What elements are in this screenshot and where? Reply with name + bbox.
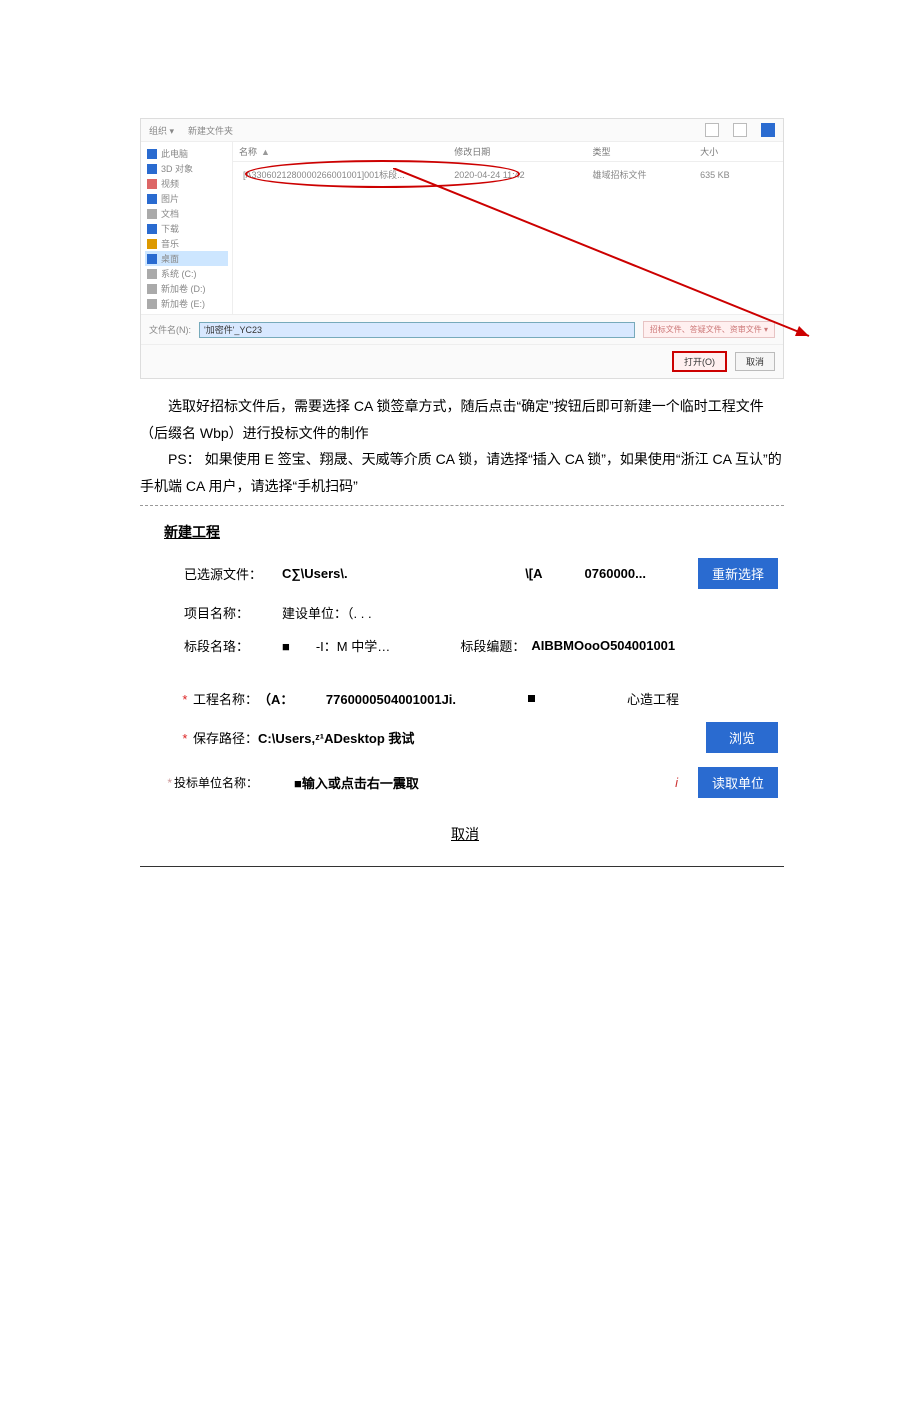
source-file-value-3: 0760000... bbox=[585, 566, 646, 581]
row-save-path: * 保存路径： C:\Users,ᶻ¹ADesktop 我试 浏览 bbox=[152, 722, 778, 753]
row-source-file: 已选源文件： C∑\Users\. \[A 0760000... 重新选择 bbox=[152, 558, 778, 589]
eng-name-value-1: （A： 7760000504001001Ji. bbox=[258, 689, 456, 708]
save-path-value: C:\Users,ᶻ¹ADesktop 我试 bbox=[258, 728, 414, 747]
section-name-label: 标段名珞： bbox=[152, 636, 282, 655]
col-name[interactable]: 名称 bbox=[239, 147, 257, 157]
sidebar-desktop[interactable]: 桌面 bbox=[145, 251, 228, 266]
help-icon[interactable] bbox=[761, 123, 775, 137]
bidder-label: *投标单位名称： bbox=[152, 774, 258, 791]
source-file-value-2: \[A bbox=[525, 566, 542, 581]
eng-name-label: * 工程名称： bbox=[152, 689, 258, 708]
sidebar-drive-c[interactable]: 系统 (C:) bbox=[145, 266, 228, 281]
organize-button[interactable]: 组织 ▾ bbox=[149, 124, 174, 137]
sidebar-music[interactable]: 音乐 bbox=[145, 236, 228, 251]
eng-name-value-2: 心造工程 bbox=[627, 689, 679, 708]
col-size[interactable]: 大小 bbox=[700, 147, 718, 157]
sidebar-label: 新加卷 ... bbox=[161, 312, 198, 314]
row-project-name: 项目名称： 建设单位：（. . . bbox=[152, 603, 778, 622]
section-name-value: ■ -I：M 中学… bbox=[282, 636, 390, 655]
sidebar-this-pc[interactable]: 此电脑 bbox=[145, 146, 228, 161]
sidebar-documents[interactable]: 文档 bbox=[145, 206, 228, 221]
form-cancel-button[interactable]: 取消 bbox=[451, 826, 479, 842]
row-eng-name: * 工程名称： （A： 7760000504001001Ji. 心造工程 bbox=[152, 689, 778, 708]
sidebar-label: 图片 bbox=[161, 192, 179, 205]
info-icon: i bbox=[675, 775, 678, 790]
sidebar-label: 3D 对象 bbox=[161, 162, 193, 175]
save-path-label: * 保存路径： bbox=[152, 728, 258, 747]
sidebar-label: 文档 bbox=[161, 207, 179, 220]
file-name-cell: [A3306021280000266001001]001标段... bbox=[243, 170, 405, 180]
paragraph-2: PS： 如果使用 E 签宝、翔晟、天威等介质 CA 锁，请选择“插入 CA 锁”… bbox=[140, 446, 784, 499]
sidebar-label: 新加卷 (E:) bbox=[161, 297, 205, 310]
col-type[interactable]: 类型 bbox=[593, 147, 611, 157]
sidebar-label: 系统 (C:) bbox=[161, 267, 197, 280]
instruction-text: 选取好招标文件后，需要选择 CA 锁签章方式，随后点击“确定”按钮后即可新建一个… bbox=[140, 393, 784, 499]
project-name-value: 建设单位：（. . . bbox=[282, 603, 372, 622]
dialog-sidebar: 此电脑 3D 对象 视频 图片 文档 下载 音乐 桌面 系统 (C:) 新加卷 … bbox=[141, 142, 233, 314]
source-file-label: 已选源文件： bbox=[152, 564, 282, 583]
file-date-cell: 2020-04-24 11:42 bbox=[454, 170, 592, 180]
sidebar-label: 新加卷 (D:) bbox=[161, 282, 206, 295]
preview-icon[interactable] bbox=[733, 123, 747, 137]
filename-input[interactable]: '加密件'_YC23 bbox=[199, 322, 635, 338]
file-type-cell: 雄域招标文件 bbox=[593, 168, 701, 181]
section-code-value: AIBBMOooO504001001 bbox=[531, 638, 675, 653]
sidebar-label: 此电脑 bbox=[161, 147, 188, 160]
read-unit-button[interactable]: 读取单位 bbox=[698, 767, 778, 798]
open-button[interactable]: 打开(O) bbox=[672, 351, 727, 372]
section-code-label: 标段编题： bbox=[460, 636, 525, 655]
list-header: 名称 ▲ 修改日期 类型 大小 bbox=[233, 142, 783, 162]
block-icon bbox=[528, 695, 535, 702]
view-icon[interactable] bbox=[705, 123, 719, 137]
sidebar-label: 桌面 bbox=[161, 252, 179, 265]
file-row[interactable]: [A3306021280000266001001]001标段... 2020-0… bbox=[233, 162, 783, 187]
project-name-label: 项目名称： bbox=[152, 603, 282, 622]
sidebar-videos[interactable]: 视频 bbox=[145, 176, 228, 191]
row-section: 标段名珞： ■ -I：M 中学… 标段编题： AIBBMOooO50400100… bbox=[152, 636, 778, 655]
sidebar-3d-objects[interactable]: 3D 对象 bbox=[145, 161, 228, 176]
divider-solid bbox=[140, 866, 784, 867]
source-file-value-1: C∑\Users\. bbox=[282, 566, 348, 581]
file-type-filter[interactable]: 招标文件、答疑文件、资审文件 ▾ bbox=[643, 321, 775, 338]
dialog-buttons-row: 打开(O) 取消 bbox=[141, 344, 783, 378]
sidebar-downloads[interactable]: 下载 bbox=[145, 221, 228, 236]
sidebar-drive-e[interactable]: 新加卷 (E:) bbox=[145, 296, 228, 311]
dialog-cancel-button[interactable]: 取消 bbox=[735, 352, 775, 371]
sidebar-label: 视频 bbox=[161, 177, 179, 190]
bidder-placeholder[interactable]: ■输入或点击右一震取 bbox=[294, 773, 419, 792]
sidebar-drive-other[interactable]: 新加卷 ... bbox=[145, 311, 228, 314]
dialog-bottom: 文件名(N): '加密件'_YC23 招标文件、答疑文件、资审文件 ▾ bbox=[141, 314, 783, 344]
row-bidder: *投标单位名称： ■输入或点击右一震取 i 读取单位 bbox=[152, 767, 778, 798]
paragraph-1: 选取好招标文件后，需要选择 CA 锁签章方式，随后点击“确定”按钮后即可新建一个… bbox=[140, 393, 784, 446]
sidebar-label: 音乐 bbox=[161, 237, 179, 250]
new-folder-button[interactable]: 新建文件夹 bbox=[188, 124, 233, 137]
file-open-dialog: 组织 ▾ 新建文件夹 此电脑 3D 对象 视频 图片 文档 下载 音乐 桌面 系… bbox=[140, 118, 784, 379]
dialog-toolbar: 组织 ▾ 新建文件夹 bbox=[141, 119, 783, 142]
sidebar-drive-d[interactable]: 新加卷 (D:) bbox=[145, 281, 228, 296]
sort-asc-icon: ▲ bbox=[261, 147, 270, 157]
divider-dotted bbox=[140, 505, 784, 506]
new-project-form: 新建工程 已选源文件： C∑\Users\. \[A 0760000... 重新… bbox=[140, 516, 784, 862]
filename-label: 文件名(N): bbox=[149, 323, 191, 336]
sidebar-pictures[interactable]: 图片 bbox=[145, 191, 228, 206]
file-list: 名称 ▲ 修改日期 类型 大小 [A3306021280000266001001]… bbox=[233, 142, 783, 314]
reselect-button[interactable]: 重新选择 bbox=[698, 558, 778, 589]
cancel-row: 取消 bbox=[152, 824, 778, 844]
form-title: 新建工程 bbox=[164, 522, 784, 542]
file-size-cell: 635 KB bbox=[700, 170, 777, 180]
sidebar-label: 下载 bbox=[161, 222, 179, 235]
col-date[interactable]: 修改日期 bbox=[454, 147, 490, 157]
browse-button[interactable]: 浏览 bbox=[706, 722, 778, 753]
